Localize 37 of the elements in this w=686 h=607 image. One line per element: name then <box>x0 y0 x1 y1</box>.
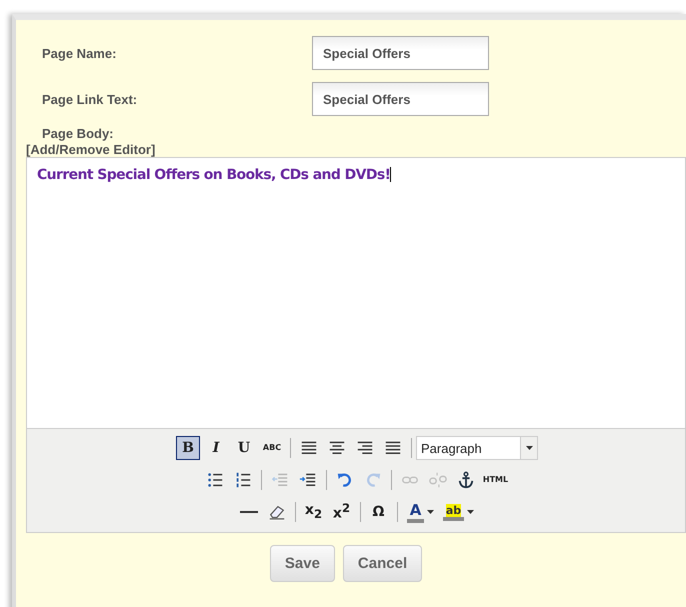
align-center-icon <box>328 439 346 457</box>
add-remove-editor-link[interactable]: [Add/Remove Editor] <box>26 142 156 157</box>
special-character-button[interactable]: Ω <box>366 500 390 524</box>
bullet-list-icon <box>206 471 224 489</box>
anchor-icon <box>456 471 475 489</box>
field-label: Page Link Text: <box>42 92 138 106</box>
caret-icon <box>467 510 474 514</box>
field-label: Page Name: <box>42 46 118 60</box>
underline-button[interactable]: U <box>232 436 256 460</box>
input-field[interactable]: Special Offers <box>312 36 489 70</box>
editor-text-area[interactable]: Current Special Offers on Books, CDs and DVDs! <box>27 158 685 428</box>
numbered-list-icon <box>234 471 252 489</box>
cancel-button[interactable]: Cancel <box>342 545 422 582</box>
undo-icon <box>336 471 354 489</box>
align-left-icon <box>300 439 318 457</box>
justify-icon <box>384 439 402 457</box>
save-button[interactable]: Save <box>270 545 335 582</box>
caret-icon <box>526 446 532 450</box>
text-color-button[interactable]: A <box>404 500 438 524</box>
format-dropdown[interactable]: Paragraph <box>416 436 538 460</box>
eraser-icon <box>268 503 286 521</box>
bold-button[interactable]: B <box>176 436 200 460</box>
horizontal-line-icon <box>240 511 258 513</box>
html-button[interactable]: HTML <box>482 468 510 492</box>
outdent-icon <box>270 471 289 489</box>
indent-icon <box>298 471 317 489</box>
broken-link-icon <box>428 471 447 489</box>
input-field[interactable]: Special Offers <box>312 82 489 116</box>
superscript-button[interactable]: x$^{2}$ <box>330 500 354 524</box>
subscript-button[interactable]: x$_{2}$ <box>302 500 326 524</box>
strikethrough-button[interactable]: ABC <box>260 436 284 460</box>
highlight-button[interactable]: ab <box>442 500 476 524</box>
align-right-icon <box>356 439 374 457</box>
italic-button[interactable]: I <box>204 436 228 460</box>
editor-content: Current Special Offers on Books, CDs and DVDs! <box>37 167 390 183</box>
caret-icon <box>427 510 434 514</box>
field-label: Page Body: <box>42 126 115 141</box>
